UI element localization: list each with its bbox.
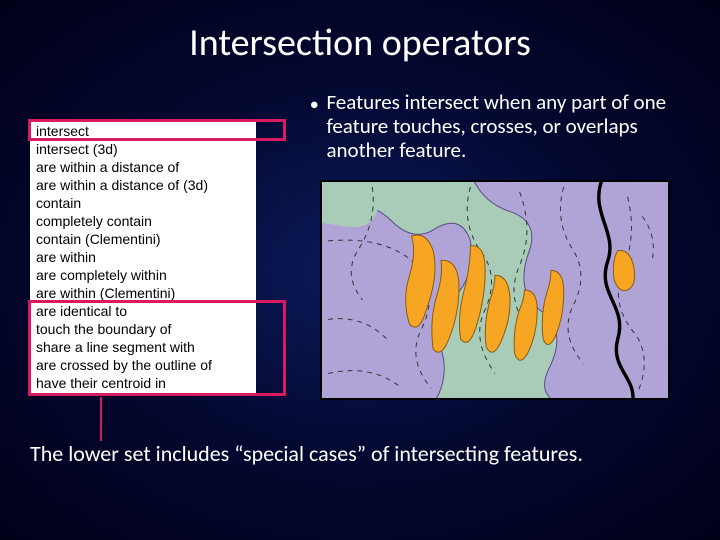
list-item: are completely within — [30, 266, 256, 284]
list-item: have their centroid in — [30, 374, 256, 392]
list-item: are within (Clementini) — [30, 284, 256, 302]
list-item: are within a distance of (3d) — [30, 176, 256, 194]
slide-title: Intersection operators — [0, 20, 720, 66]
bullet-text: Features intersect when any part of one … — [326, 90, 690, 162]
bullet-dot-icon: ● — [310, 90, 318, 162]
list-item: intersect (3d) — [30, 140, 256, 158]
list-item: completely contain — [30, 212, 256, 230]
map-illustration — [320, 180, 670, 400]
list-item: contain — [30, 194, 256, 212]
list-item: are within — [30, 248, 256, 266]
list-item: are crossed by the outline of — [30, 356, 256, 374]
connector-line — [100, 397, 102, 441]
list-item: touch the boundary of — [30, 320, 256, 338]
footer-note: The lower set includes “special cases” o… — [30, 440, 583, 467]
list-item: contain (Clementini) — [30, 230, 256, 248]
list-item: share a line segment with — [30, 338, 256, 356]
bullet-block: ● Features intersect when any part of on… — [310, 90, 690, 162]
list-item: are within a distance of — [30, 158, 256, 176]
operator-list-panel: intersect intersect (3d) are within a di… — [30, 120, 256, 394]
list-item: are identical to — [30, 302, 256, 320]
list-item: intersect — [30, 122, 256, 140]
